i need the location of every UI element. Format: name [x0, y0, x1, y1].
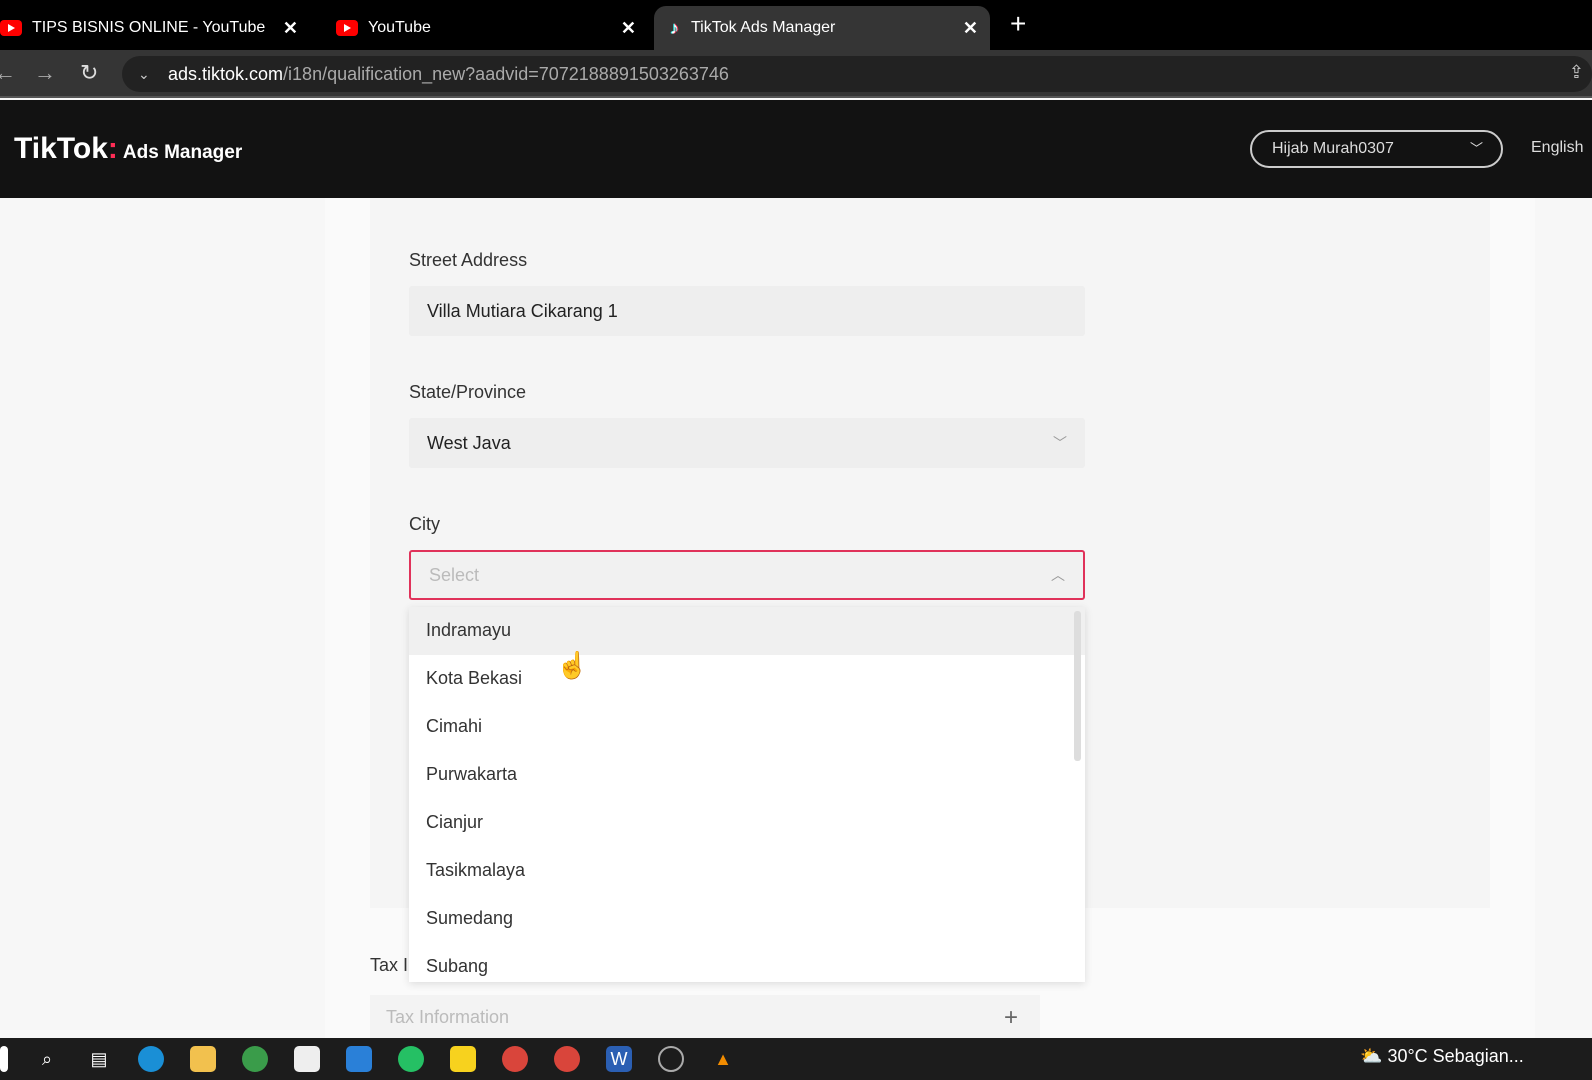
city-label: City [409, 514, 440, 534]
obs-icon[interactable] [658, 1046, 684, 1072]
youtube-icon [0, 20, 22, 36]
weather-icon: ⛅ [1360, 1046, 1383, 1066]
weather-widget[interactable]: ⛅ 30°C Sebagian... [1360, 1046, 1524, 1067]
chevron-down-icon: ﹀ [1053, 435, 1067, 451]
tax-placeholder: Tax Information [386, 1007, 510, 1027]
app-header: TikTok: Ads Manager Hijab Murah0307 ﹀ Engl… [0, 100, 1592, 198]
word-icon[interactable]: W [606, 1046, 632, 1072]
weather-text: 30°C Sebagian... [1387, 1046, 1524, 1066]
logo-subtext: Ads Manager [122, 142, 243, 163]
language-selector[interactable]: English [1531, 139, 1583, 157]
state-value: West Java [427, 433, 511, 453]
tiktok-ads-logo[interactable]: TikTok: Ads Manager [14, 132, 242, 166]
street-address-input[interactable]: Villa Mutiara Cikarang 1 [409, 286, 1085, 336]
new-tab-button[interactable]: + [1010, 8, 1026, 40]
whatsapp-icon[interactable] [398, 1046, 424, 1072]
city-option[interactable]: Cianjur [409, 799, 1085, 847]
city-option[interactable]: Indramayu [409, 607, 1085, 655]
chevron-up-icon: ︿ [1051, 567, 1065, 583]
hand-cursor-icon: ☝ [556, 650, 589, 680]
back-icon[interactable]: ← [0, 60, 16, 86]
edge-icon[interactable] [138, 1046, 164, 1072]
city-option[interactable]: Purwakarta [409, 751, 1085, 799]
close-tab-icon[interactable]: ✕ [621, 18, 636, 39]
tax-label: Tax I [370, 955, 409, 975]
store-icon[interactable] [294, 1046, 320, 1072]
windows-taskbar: ⌕ ▤ W ▲ ⛅ 30°C Sebagian... [0, 1038, 1592, 1080]
city-option[interactable]: Sumedang [409, 895, 1085, 943]
city-option[interactable]: Subang [409, 943, 1085, 982]
file-explorer-icon[interactable] [190, 1046, 216, 1072]
street-address-label: Street Address [409, 250, 528, 270]
city-option[interactable]: Kota Bekasi [409, 655, 1085, 703]
start-icon[interactable] [0, 1046, 8, 1072]
browser-tab-bar: TIPS BISNIS ONLINE - YouTube ✕ YouTube ✕… [0, 0, 1592, 50]
state-label: State/Province [409, 382, 527, 402]
logo-text: TikTok [14, 132, 108, 165]
tab-tips-bisnis[interactable]: TIPS BISNIS ONLINE - YouTube ✕ [0, 6, 310, 50]
city-option[interactable]: Tasikmalaya [409, 847, 1085, 895]
chrome-icon[interactable] [502, 1046, 528, 1072]
state-select[interactable]: West Java ﹀ [409, 418, 1085, 468]
sticky-notes-icon[interactable] [450, 1046, 476, 1072]
tab-youtube[interactable]: YouTube ✕ [326, 6, 648, 50]
account-selector[interactable]: Hijab Murah0307 ﹀ [1250, 130, 1503, 168]
url-domain: ads.tiktok.com [168, 64, 284, 84]
vlc-icon[interactable]: ▲ [710, 1046, 736, 1072]
chrome-icon[interactable] [554, 1046, 580, 1072]
tiktok-icon: ♪ [670, 17, 679, 38]
chevron-down-icon: ⌄ [138, 66, 150, 82]
reload-icon[interactable]: ↻ [80, 60, 98, 86]
tab-title: TikTok Ads Manager [691, 19, 836, 36]
forward-icon[interactable]: → [34, 60, 56, 86]
search-icon[interactable]: ⌕ [34, 1046, 60, 1072]
url-input[interactable]: ⌄ ads.tiktok.com/i18n/qualification_new?… [122, 56, 1592, 92]
city-dropdown: Indramayu Kota Bekasi Cimahi Purwakarta … [409, 607, 1085, 982]
dropdown-scrollbar[interactable] [1074, 611, 1081, 761]
city-select[interactable]: Select ︿ [409, 550, 1085, 600]
chevron-down-icon: ﹀ [1469, 141, 1483, 156]
tab-title: TIPS BISNIS ONLINE - YouTube [32, 19, 266, 36]
youtube-icon [336, 20, 358, 36]
close-tab-icon[interactable]: ✕ [283, 18, 298, 39]
add-icon[interactable]: + [1004, 995, 1018, 1040]
account-name: Hijab Murah0307 [1272, 140, 1394, 157]
city-option[interactable]: Cimahi [409, 703, 1085, 751]
city-placeholder: Select [429, 565, 480, 585]
tab-tiktok-ads[interactable]: ♪ TikTok Ads Manager ✕ [654, 6, 990, 50]
mail-icon[interactable] [346, 1046, 372, 1072]
url-path: /i18n/qualification_new?aadvid=707218889… [283, 64, 729, 84]
tax-information-field[interactable]: Tax Information + [370, 995, 1040, 1040]
address-bar-row: ← → ↻ ⌄ ads.tiktok.com/i18n/qualificatio… [0, 50, 1592, 98]
task-view-icon[interactable]: ▤ [86, 1046, 112, 1072]
street-address-value: Villa Mutiara Cikarang 1 [427, 301, 618, 321]
tab-title: YouTube [368, 19, 431, 36]
close-tab-icon[interactable]: ✕ [963, 18, 978, 39]
share-icon[interactable]: ⇪ [1569, 62, 1584, 83]
chrome-icon[interactable] [242, 1046, 268, 1072]
